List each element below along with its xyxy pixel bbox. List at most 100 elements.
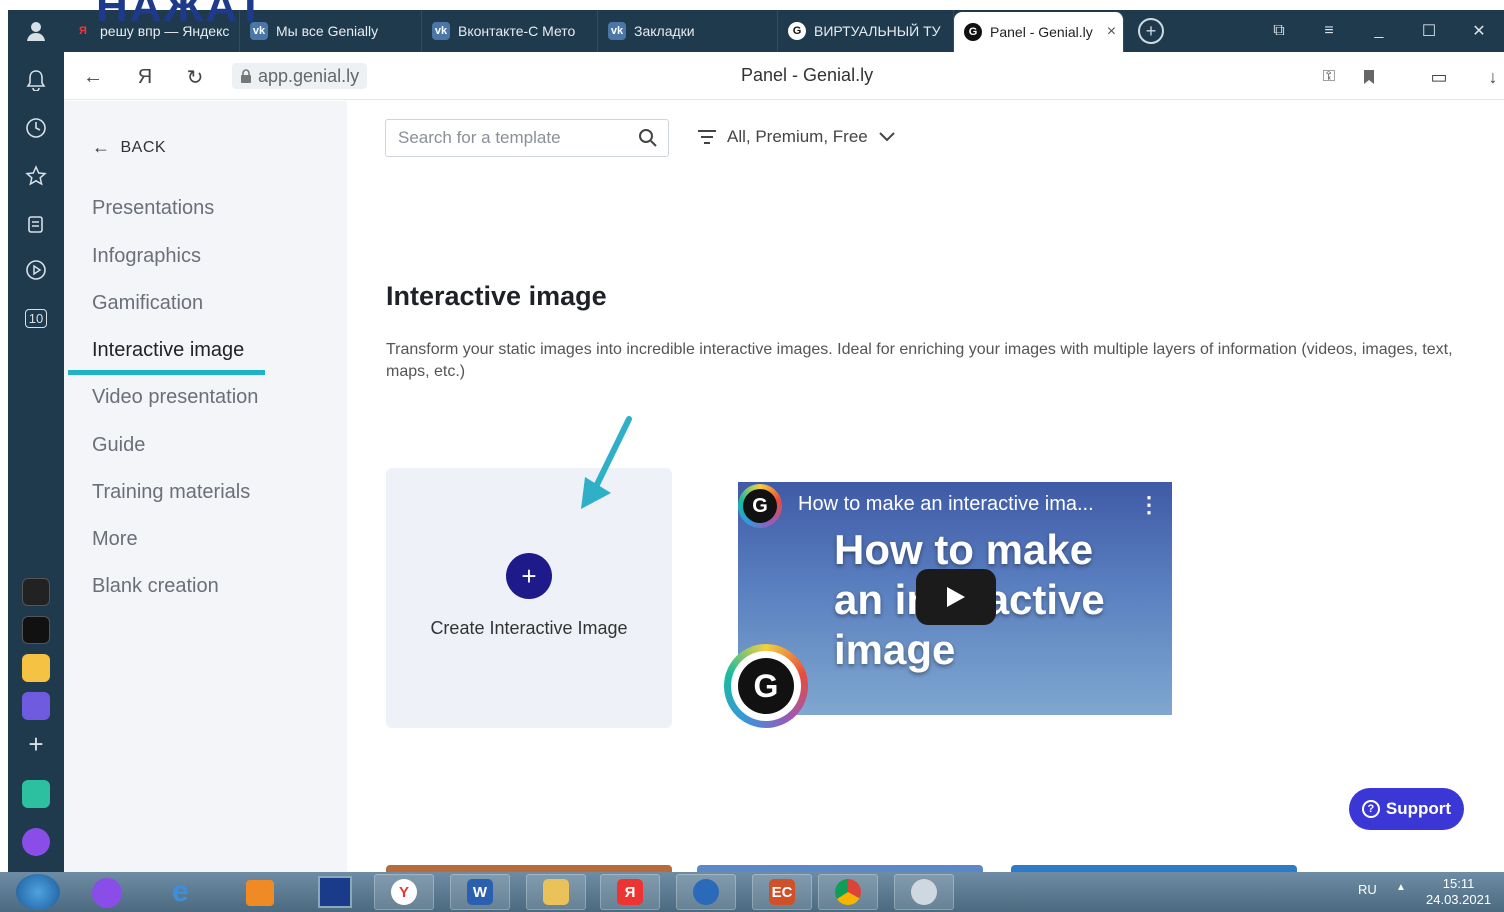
close-tab-icon[interactable]: ×: [1107, 23, 1116, 41]
plan-filter-dropdown[interactable]: All, Premium, Free: [697, 127, 896, 147]
video-title: How to make an interactive ima...: [798, 493, 1094, 515]
help-icon: ?: [1361, 800, 1380, 818]
address-bar: ← Я ↻ app.genial.ly Panel - Genial.ly ⚿ …: [64, 52, 1504, 100]
tab-vk-methods[interactable]: vk Вконтакте-С Мето: [422, 10, 598, 52]
lock-icon: [241, 68, 251, 83]
send-app-icon[interactable]: [22, 780, 50, 808]
play-button[interactable]: [916, 569, 996, 625]
downloads-icon[interactable]: ↓: [1480, 64, 1504, 90]
clock-date: 24.03.2021: [1426, 892, 1492, 907]
template-sidebar: ← BACK Presentations Infographics Gamifi…: [64, 101, 347, 872]
language-indicator[interactable]: RU: [1358, 882, 1377, 897]
tab-label: Вконтакте-С Мето: [458, 23, 576, 39]
sidebar-item-gamification[interactable]: Gamification: [92, 292, 203, 315]
ie-icon[interactable]: e: [172, 876, 189, 908]
chevron-down-icon: [879, 132, 895, 142]
taskbar-paint[interactable]: [894, 874, 954, 910]
windows-taskbar: e Y W Я EC RU ▲ 15:11 24.03.2021: [0, 872, 1504, 912]
video-caption-line1: How to make: [834, 526, 1094, 573]
tab-bookmarks[interactable]: vk Закладки: [598, 10, 778, 52]
url-text: app.genial.ly: [258, 65, 360, 86]
camera-app-icon[interactable]: [22, 616, 50, 644]
taskbar-presentation-app[interactable]: EC: [752, 874, 812, 910]
url-field[interactable]: app.genial.ly: [232, 63, 368, 89]
page-title: Panel - Genial.ly: [741, 65, 874, 85]
alice-taskbar-icon[interactable]: [92, 878, 122, 908]
yandex-home-icon[interactable]: Я: [132, 64, 158, 90]
genially-icon: G: [788, 22, 806, 40]
sidebar-item-blank-creation[interactable]: Blank creation: [92, 575, 219, 598]
menu-icon[interactable]: ≡: [1304, 22, 1354, 40]
search-placeholder: Search for a template: [398, 128, 561, 147]
active-item-underline: [68, 370, 265, 375]
play-icon: [947, 587, 965, 607]
profile-icon[interactable]: [8, 10, 64, 52]
sidebar-item-more[interactable]: More: [92, 528, 138, 551]
vk-icon: vk: [432, 22, 450, 40]
sidebar-item-infographics[interactable]: Infographics: [92, 245, 201, 268]
clock[interactable]: 15:11 24.03.2021: [1426, 876, 1491, 908]
back-arrow-icon[interactable]: ←: [80, 64, 106, 90]
mail-app-icon[interactable]: [22, 654, 50, 682]
create-card-label: Create Interactive Image: [430, 618, 628, 638]
tabs-overview-icon[interactable]: ⧉: [1254, 22, 1304, 40]
tab-label: Мы все Genially: [276, 23, 379, 39]
taskbar-word[interactable]: W: [450, 874, 510, 910]
counter-badge-icon[interactable]: 10: [22, 304, 50, 332]
tab-genially-panel[interactable]: G Panel - Genial.ly ×: [954, 12, 1124, 52]
channel-logo-icon: G: [724, 644, 808, 728]
extensions-icon[interactable]: ⚿: [1316, 64, 1342, 90]
plus-icon[interactable]: +: [506, 553, 552, 599]
reload-icon[interactable]: ↻: [182, 64, 208, 90]
sidebar-item-training-materials[interactable]: Training materials: [92, 481, 250, 504]
support-button[interactable]: ? Support: [1349, 788, 1464, 830]
genially-icon: G: [964, 23, 982, 41]
taskbar-yandex-browser[interactable]: Y: [374, 874, 434, 910]
taskbar-yandex[interactable]: Я: [600, 874, 660, 910]
genially-logo-icon: G: [738, 484, 782, 528]
counter-value: 10: [24, 308, 48, 328]
main-content: Search for a template All, Premium, Free…: [347, 101, 1504, 873]
tab-label: ВИРТУАЛЬНЫЙ ТУ: [814, 23, 941, 39]
tab-label: Закладки: [634, 23, 695, 39]
back-button[interactable]: ← BACK: [92, 137, 166, 158]
play-circle-icon[interactable]: [22, 256, 50, 284]
messenger-app-icon[interactable]: [22, 692, 50, 720]
video-caption-line3: image: [834, 626, 956, 673]
sidebar-item-guide[interactable]: Guide: [92, 434, 145, 457]
taskbar-thunderbird[interactable]: [676, 874, 736, 910]
section-description: Transform your static images into incred…: [386, 341, 1453, 380]
sidebar-item-presentations[interactable]: Presentations: [92, 197, 214, 220]
tutorial-video[interactable]: G How to make an interactive ima... ⋮ Ho…: [724, 468, 1187, 730]
bookmark-icon[interactable]: [1356, 64, 1382, 90]
tab-label: Panel - Genial.ly: [990, 24, 1093, 40]
tab-virtual-tour[interactable]: G ВИРТУАЛЬНЫЙ ТУ: [778, 10, 954, 52]
pointer-arrow-icon: [581, 416, 632, 509]
start-button[interactable]: [16, 874, 60, 910]
section-heading: Interactive image: [386, 281, 607, 311]
tab-vk-genially[interactable]: vk Мы все Genially: [240, 10, 422, 52]
sidebar-item-video-presentation[interactable]: Video presentation: [92, 386, 258, 409]
minimize-icon[interactable]: _: [1354, 22, 1404, 40]
overlay-caption: НАЖАТ: [96, 0, 266, 31]
history-icon[interactable]: [22, 114, 50, 142]
maximize-icon[interactable]: ☐: [1404, 21, 1454, 41]
taskbar-chrome[interactable]: [818, 874, 878, 910]
star-icon[interactable]: [22, 162, 50, 190]
sidebar-item-interactive-image[interactable]: Interactive image: [92, 339, 244, 362]
taskbar-explorer[interactable]: [526, 874, 586, 910]
reader-icon[interactable]: ▭: [1426, 64, 1452, 90]
more-options-icon[interactable]: ⋮: [1138, 492, 1160, 518]
search-input[interactable]: Search for a template: [385, 119, 669, 157]
sparkle-app-icon[interactable]: [22, 578, 50, 606]
bell-icon[interactable]: [22, 66, 50, 94]
media-player-icon[interactable]: [246, 880, 274, 906]
vk-icon: vk: [608, 22, 626, 40]
library-icon[interactable]: [318, 876, 352, 908]
collections-icon[interactable]: [22, 210, 50, 238]
close-window-icon[interactable]: ✕: [1454, 21, 1504, 41]
new-tab-button[interactable]: +: [1138, 18, 1164, 44]
alice-icon[interactable]: [22, 828, 50, 856]
add-app-icon[interactable]: +: [22, 729, 50, 759]
tray-arrow-icon[interactable]: ▲: [1396, 882, 1406, 893]
